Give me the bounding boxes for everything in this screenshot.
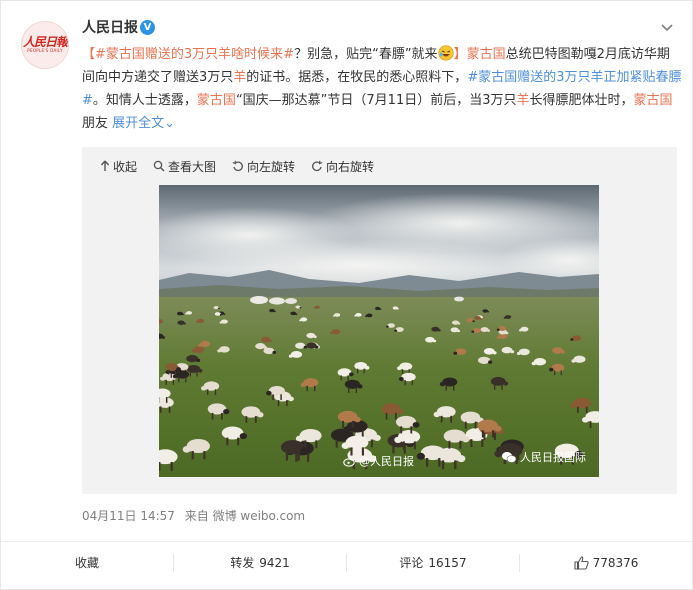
media-panel: 收起 查看大图 向左旋转 向右旋转 @人民日报 人民日报国际 [82,147,677,494]
thumbs-up-icon [574,555,589,570]
author-name[interactable]: 人民日报 [82,18,138,38]
comment-button[interactable]: 评论 16157 [346,553,519,572]
arrow-up-icon [100,160,110,171]
post-text-segment: 。知情人士透露， [92,93,197,108]
repost-label: 转发 [230,556,255,570]
wechat-watermark: 人民日报国际 [501,449,586,465]
favorite-button[interactable]: 收藏 [1,554,173,572]
highlight-link[interactable]: #蒙古国赠送的3万只羊啥时候来# [95,47,294,62]
weibo-post-card: 人民日報 PEOPLE'S DAILY 人民日报 V 【#蒙古国赠送的3万只羊啥… [0,0,693,590]
like-count: 778376 [592,555,639,570]
favorite-label: 收藏 [74,556,99,570]
highlight-link[interactable]: 蒙古国 [467,47,506,62]
post-text-segment: “国庆—那达慕”节日（7月11日）前后，当3万只 [235,93,517,108]
rotate-right-button[interactable]: 向右旋转 [311,158,374,175]
verified-icon: V [140,20,155,35]
highlight-link[interactable]: 羊 [233,70,246,85]
highlight-link[interactable]: 羊 [517,93,530,108]
grassland-sheep-photo [159,185,599,477]
post-text: 【#蒙古国赠送的3万只羊啥时候来#？别急，贴完“春膘”就来 】蒙古国总统巴特图勒嘎… [82,43,682,135]
post-text-segment: 长得膘肥体壮时， [529,93,634,108]
avatar-logo-subtext: PEOPLE'S DAILY [27,48,63,53]
collapse-button[interactable]: 收起 [100,158,137,175]
rotate-left-label: 向左旋转 [247,159,296,174]
media-toolbar: 收起 查看大图 向左旋转 向右旋转 [82,147,677,185]
chevron-down-icon[interactable] [658,19,676,37]
like-button[interactable]: 778376 [519,553,692,572]
action-bar: 收藏 转发 9421 评论 16157 778376 [1,541,692,583]
collapse-label: 收起 [113,159,138,174]
comment-label: 评论 [399,556,424,570]
magnifier-icon [153,160,165,172]
laughing-emoji-icon [437,45,454,61]
rotate-left-button[interactable]: 向左旋转 [232,158,295,175]
post-source[interactable]: 来自 微博 weibo.com [185,509,305,523]
rotate-right-label: 向右旋转 [326,159,375,174]
post-text-segment: 的证书。据悉，在牧民的悉心照料下， [246,70,468,85]
highlight-link[interactable]: 蒙古国 [197,93,236,108]
post-photo[interactable]: @人民日报 人民日报国际 [159,185,599,477]
wechat-logo-icon [502,451,517,463]
highlight-link[interactable]: 蒙古国 [634,93,673,108]
rotate-right-icon [312,160,323,172]
avatar-logo-text: 人民日報 [22,35,68,49]
comment-count: 16157 [428,555,467,570]
weibo-watermark-text: @人民日报 [359,455,414,468]
post-meta: 04月11日 14:57 来自 微博 weibo.com [82,507,305,524]
post-timestamp[interactable]: 04月11日 14:57 [82,509,175,523]
highlight-link[interactable]: 】 [454,47,467,62]
weibo-logo-icon [343,457,355,467]
avatar[interactable]: 人民日報 PEOPLE'S DAILY [21,21,69,69]
topic-link[interactable]: ⌄ [164,116,175,131]
view-large-button[interactable]: 查看大图 [153,158,216,175]
post-text-segment: 朋友 [82,116,113,131]
rotate-left-icon [232,160,243,172]
topic-link[interactable]: 展开全文 [112,116,164,131]
view-large-label: 查看大图 [168,159,217,174]
post-text-segment: ？别急，贴完“春膘”就来 [294,47,438,62]
wechat-watermark-text: 人民日报国际 [520,451,586,464]
repost-count: 9421 [259,555,290,570]
weibo-watermark: @人民日报 [343,453,414,469]
highlight-link[interactable]: 【 [82,47,95,62]
repost-button[interactable]: 转发 9421 [173,553,346,572]
